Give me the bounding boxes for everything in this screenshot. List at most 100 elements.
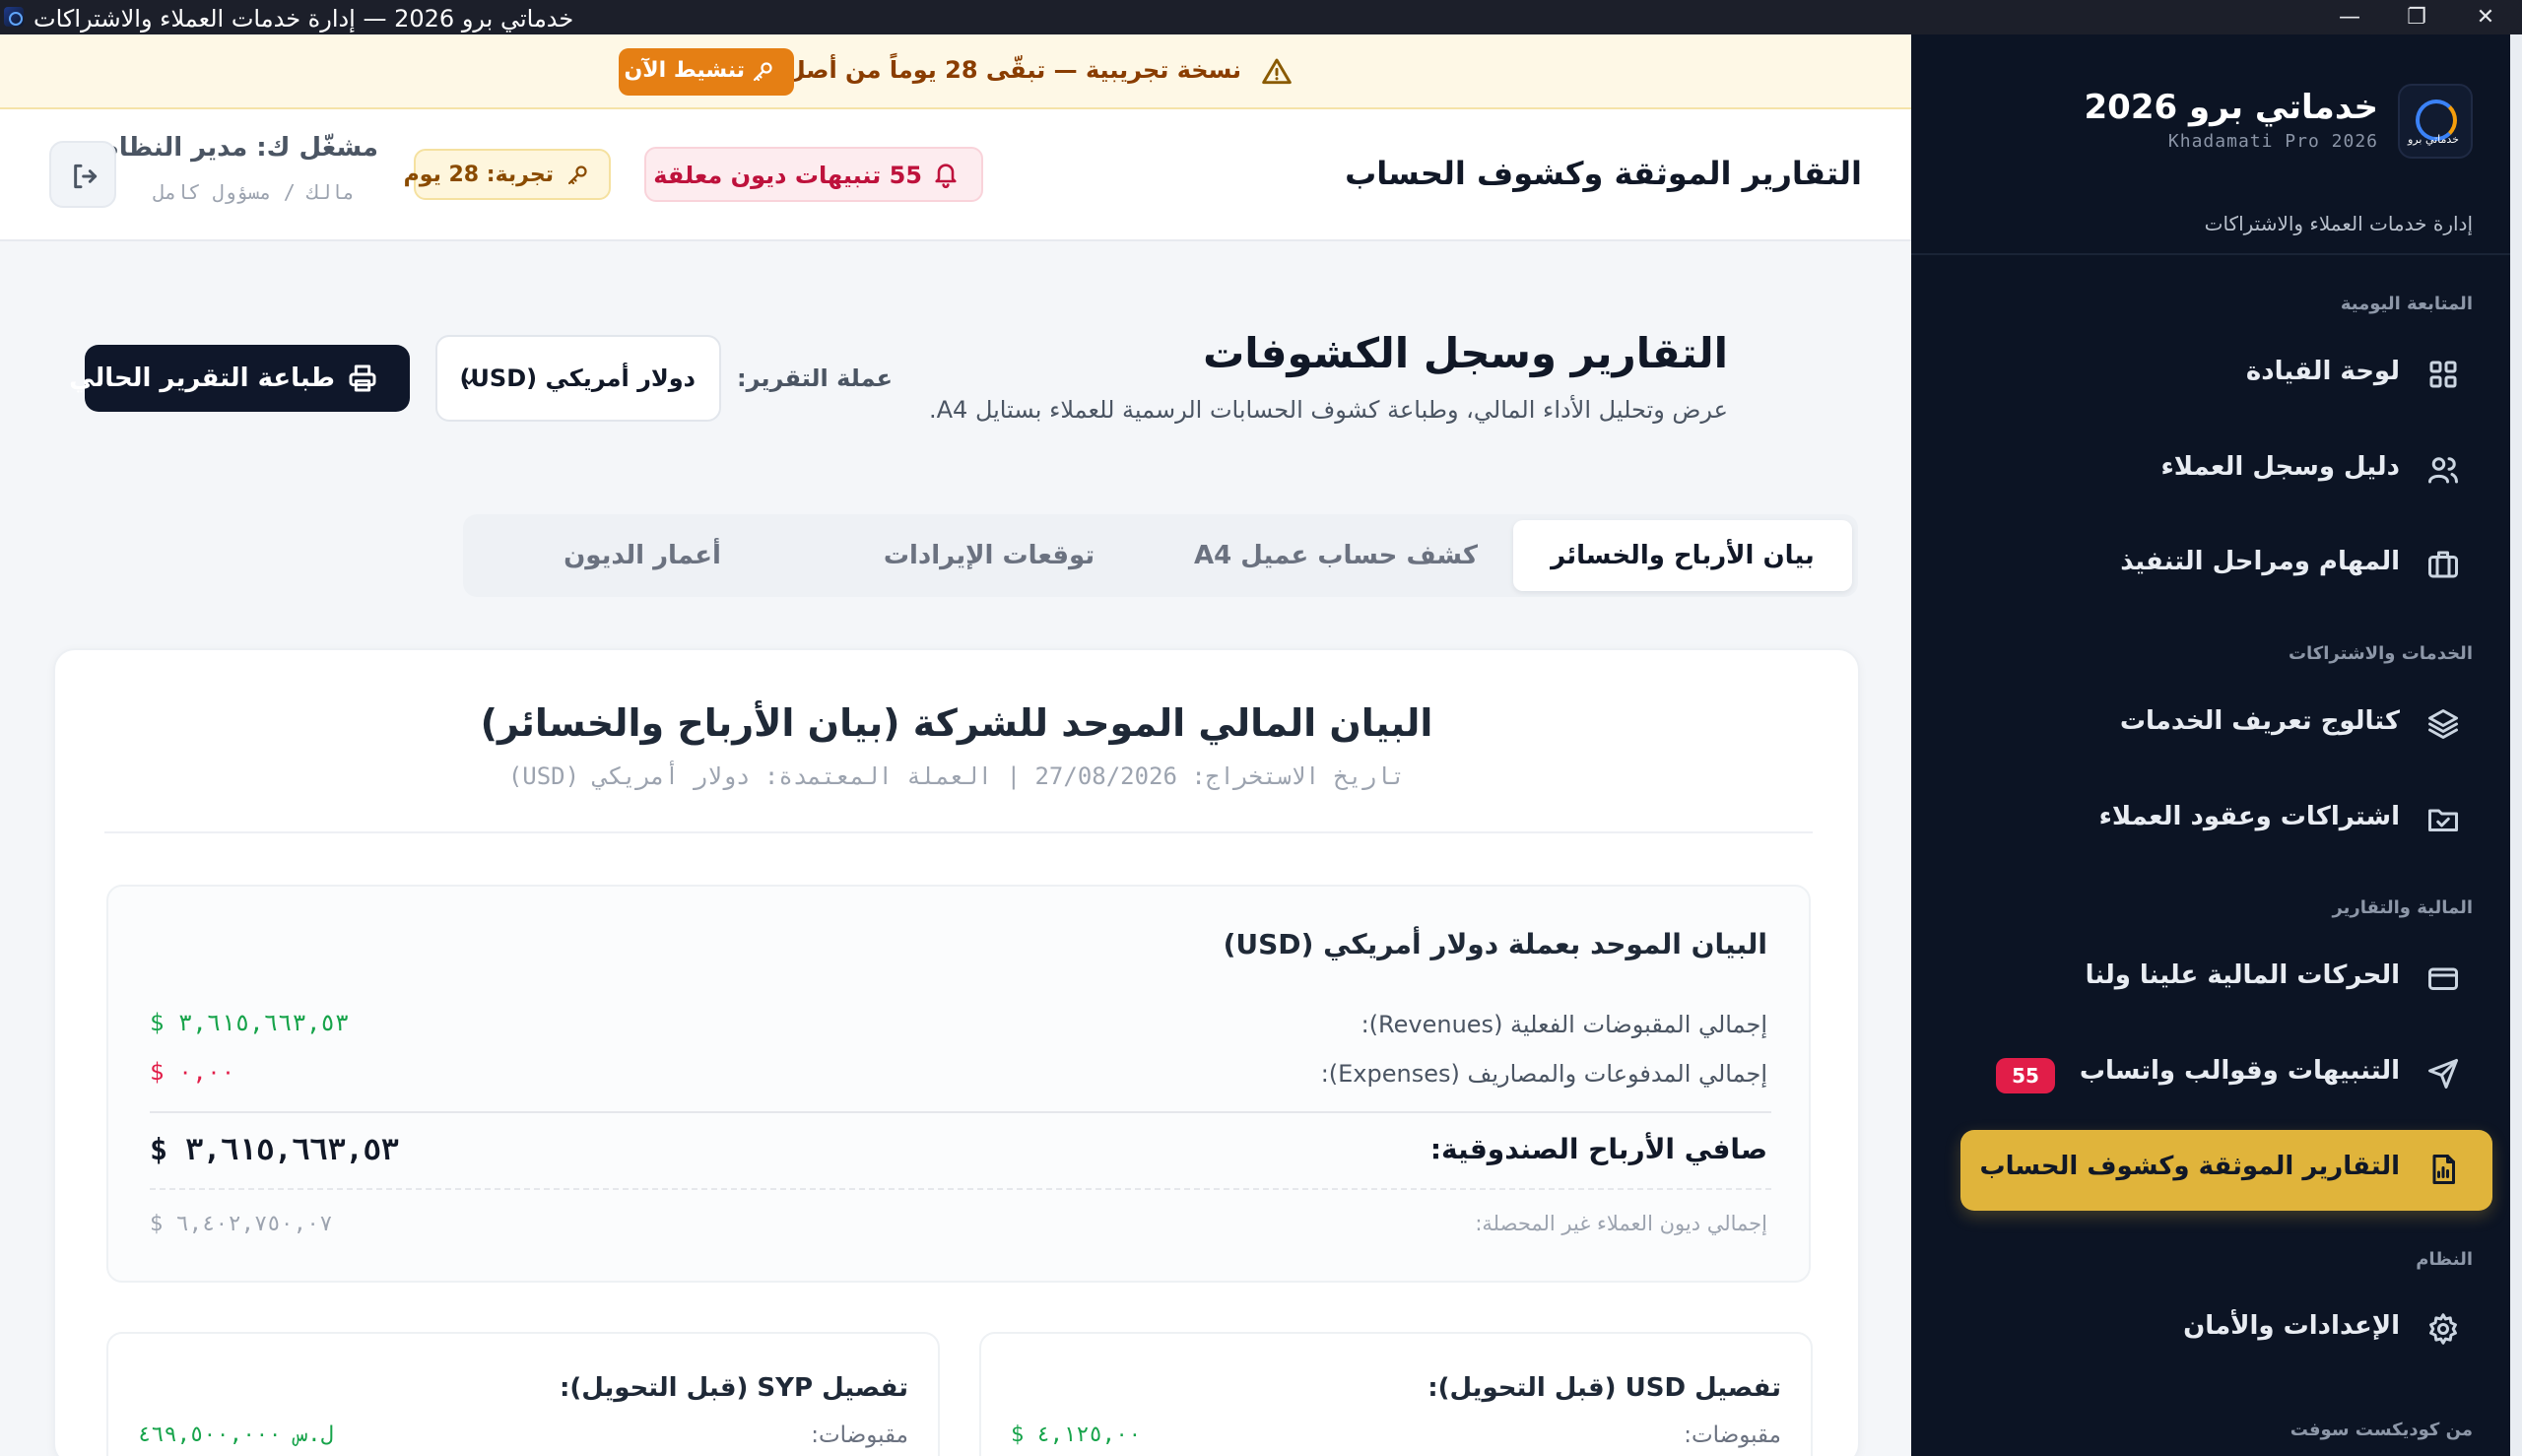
report-card: البيان المالي الموحد للشركة (بيان الأربا… bbox=[53, 648, 1860, 1456]
users-icon bbox=[2425, 452, 2461, 488]
sidebar-item-transactions[interactable]: الحركات المالية علينا ولنا bbox=[1960, 939, 2492, 1020]
syp-breakdown-heading: تفصيل SYP (قبل التحويل): bbox=[560, 1373, 908, 1403]
summary-dashed-divider bbox=[150, 1188, 1771, 1190]
revenues-value: $ ٣,٦١٥,٦٦٣,٥٣ bbox=[150, 1009, 350, 1036]
syp-receipts-value: ل.س ٤٦٩,٥٠٠,٠٠٠ bbox=[138, 1423, 334, 1447]
usd-receipts-value: $ ٤,١٢٥,٠٠ bbox=[1011, 1423, 1142, 1447]
section-services-title: الخدمات والاشتراكات bbox=[2288, 643, 2473, 664]
activate-now-label: تنشيط الآن bbox=[624, 58, 745, 83]
sidebar-item-label: الحركات المالية علينا ولنا bbox=[2085, 960, 2400, 990]
trial-message: نسخة تجريبية — تبقّى 28 يوماً من أصل 30 bbox=[744, 56, 1241, 84]
uncollected-debts-label: إجمالي ديون العملاء غير المحصلة: bbox=[1475, 1212, 1767, 1235]
print-report-label: طباعة التقرير الحالي bbox=[69, 364, 335, 393]
logout-button[interactable] bbox=[49, 141, 116, 208]
report-tabs: بيان الأرباح والخسائر كشف حساب عميل A4 ت… bbox=[463, 514, 1858, 597]
section-about-title: من كوديكست سوفت bbox=[2290, 1420, 2473, 1440]
sidebar-item-services-catalog[interactable]: كتالوج تعريف الخدمات bbox=[1960, 685, 2492, 765]
consolidated-summary: البيان الموحد بعملة دولار أمريكي (USD) إ… bbox=[106, 885, 1811, 1283]
brand-latin-name: Khadamati Pro 2026 bbox=[2167, 131, 2378, 152]
print-report-button[interactable]: طباعة التقرير الحالي bbox=[69, 345, 410, 412]
tab-debt-aging[interactable]: أعمار الديون bbox=[473, 520, 812, 591]
briefcase-icon bbox=[2425, 547, 2461, 582]
close-window-button[interactable]: ✕ bbox=[2451, 0, 2520, 34]
sidebar-item-label: التقارير الموثقة وكشوف الحساب bbox=[1979, 1152, 2400, 1181]
sidebar-item-subscriptions[interactable]: اشتراكات وعقود العملاء bbox=[1960, 780, 2492, 861]
logout-icon bbox=[74, 164, 98, 189]
user-name: مشغّل ك: مدير النظام bbox=[100, 133, 378, 163]
sidebar-item-label: الإعدادات والأمان bbox=[2183, 1311, 2400, 1341]
tab-customer-statement[interactable]: كشف حساب عميل A4 bbox=[1166, 520, 1505, 591]
syp-breakdown-card: تفصيل SYP (قبل التحويل): مقبوضات: ل.س ٤٦… bbox=[106, 1332, 940, 1456]
brand: خدماتي برو خدماتي برو 2026 Khadamati Pro… bbox=[1960, 84, 2473, 163]
credit-card-icon bbox=[2425, 960, 2461, 996]
currency-selected-value: دولار أمريكي (USD) bbox=[459, 364, 696, 392]
activate-now-button[interactable]: تنشيط الآن bbox=[619, 48, 794, 96]
report-icon bbox=[2425, 1152, 2461, 1187]
tab-profit-loss[interactable]: بيان الأرباح والخسائر bbox=[1513, 520, 1852, 591]
syp-receipts-label: مقبوضات: bbox=[811, 1423, 908, 1448]
usd-breakdown-card: تفصيل USD (قبل التحويل): مقبوضات: $ ٤,١٢… bbox=[979, 1332, 1813, 1456]
sidebar-item-reports[interactable]: التقارير الموثقة وكشوف الحساب bbox=[1960, 1130, 2492, 1211]
warning-icon bbox=[1261, 56, 1293, 88]
sidebar-item-label: كتالوج تعريف الخدمات bbox=[2119, 706, 2400, 736]
brand-description: إدارة خدمات العملاء والاشتراكات bbox=[2204, 212, 2473, 235]
debt-alerts-label: 55 تنبيهات ديون معلقة bbox=[653, 162, 922, 189]
brand-logo-text: خدماتي برو bbox=[2408, 133, 2459, 146]
summary-divider bbox=[150, 1111, 1771, 1113]
minimize-button[interactable]: — bbox=[2315, 0, 2384, 34]
app-logo-icon bbox=[4, 7, 24, 27]
tab-revenue-forecast[interactable]: توقعات الإيرادات bbox=[820, 520, 1159, 591]
section-title: التقارير وسجل الكشوفات bbox=[1203, 329, 1728, 377]
sidebar-divider bbox=[1911, 253, 2510, 255]
report-meta: تاريخ الاستخراج: 27/08/2026 | العملة الم… bbox=[507, 762, 1406, 790]
debt-alerts-chip[interactable]: 55 تنبيهات ديون معلقة bbox=[644, 147, 983, 202]
window-scrollbar[interactable] bbox=[2510, 34, 2522, 1456]
printer-icon bbox=[347, 363, 378, 394]
net-profit-value: $ ٣,٦١٥,٦٦٣,٥٣ bbox=[150, 1133, 399, 1167]
layers-icon bbox=[2425, 706, 2461, 742]
section-system-title: النظام bbox=[2416, 1249, 2473, 1270]
gear-icon bbox=[2425, 1311, 2461, 1347]
usd-receipts-label: مقبوضات: bbox=[1684, 1423, 1781, 1448]
report-divider bbox=[104, 831, 1813, 833]
user-role: مالك / مسؤول كامل bbox=[153, 180, 355, 204]
send-icon bbox=[2425, 1056, 2461, 1092]
key-icon bbox=[565, 164, 589, 187]
brand-logo: خدماتي برو bbox=[2398, 84, 2473, 159]
section-daily-title: المتابعة اليومية bbox=[2340, 294, 2473, 314]
sidebar: خدماتي برو خدماتي برو 2026 Khadamati Pro… bbox=[1911, 34, 2522, 1456]
uncollected-debts-value: $ ٦,٤٠٢,٧٥٠,٠٧ bbox=[150, 1212, 333, 1236]
revenues-label: إجمالي المقبوضات الفعلية (Revenues): bbox=[1361, 1011, 1767, 1038]
sidebar-item-label: دليل وسجل العملاء bbox=[2160, 452, 2400, 482]
currency-label: عملة التقرير: bbox=[737, 364, 893, 392]
alerts-count-badge: 55 bbox=[1996, 1058, 2055, 1093]
window-titlebar: خدماتي برو 2026 — إدارة خدمات العملاء وا… bbox=[0, 0, 2522, 34]
maximize-button[interactable]: ❐ bbox=[2382, 0, 2451, 34]
trial-days-label: تجربة: 28 يوم bbox=[403, 163, 554, 187]
report-title: البيان المالي الموحد للشركة (بيان الأربا… bbox=[480, 701, 1433, 745]
sidebar-item-label: التنبيهات وقوالب واتساب bbox=[2079, 1056, 2400, 1086]
folder-check-icon bbox=[2425, 802, 2461, 837]
currency-select[interactable]: دولار أمريكي (USD) bbox=[435, 335, 721, 422]
dashboard-icon bbox=[2425, 357, 2461, 392]
sidebar-item-label: المهام ومراحل التنفيذ bbox=[2120, 547, 2400, 576]
trial-days-chip[interactable]: تجربة: 28 يوم bbox=[404, 149, 611, 200]
summary-heading: البيان الموحد بعملة دولار أمريكي (USD) bbox=[1223, 928, 1767, 960]
brand-name: خدماتي برو 2026 bbox=[2084, 88, 2379, 127]
sidebar-item-customers[interactable]: دليل وسجل العملاء bbox=[1960, 430, 2492, 511]
section-subtitle: عرض وتحليل الأداء المالي، وطباعة كشوف ال… bbox=[928, 396, 1728, 424]
chevron-down-icon bbox=[459, 370, 479, 390]
usd-breakdown-heading: تفصيل USD (قبل التحويل): bbox=[1427, 1373, 1781, 1403]
section-finance-title: المالية والتقارير bbox=[2332, 897, 2473, 918]
net-profit-label: صافي الأرباح الصندوقية: bbox=[1429, 1133, 1767, 1165]
sidebar-item-tasks[interactable]: المهام ومراحل التنفيذ bbox=[1960, 525, 2492, 606]
top-header: التقارير الموثقة وكشوف الحساب 55 تنبيهات… bbox=[0, 109, 1911, 241]
trial-banner: نسخة تجريبية — تبقّى 28 يوماً من أصل 30 … bbox=[0, 34, 1911, 109]
key-icon bbox=[751, 60, 774, 84]
page-title: التقارير الموثقة وكشوف الحساب bbox=[1345, 155, 1862, 192]
sidebar-item-dashboard[interactable]: لوحة القيادة bbox=[1960, 335, 2492, 416]
sidebar-item-alerts-whatsapp[interactable]: التنبيهات وقوالب واتساب 55 bbox=[1960, 1034, 2492, 1115]
bell-icon bbox=[932, 161, 960, 189]
expenses-value: $ ٠,٠٠ bbox=[150, 1058, 235, 1086]
sidebar-item-settings[interactable]: الإعدادات والأمان bbox=[1960, 1290, 2492, 1370]
